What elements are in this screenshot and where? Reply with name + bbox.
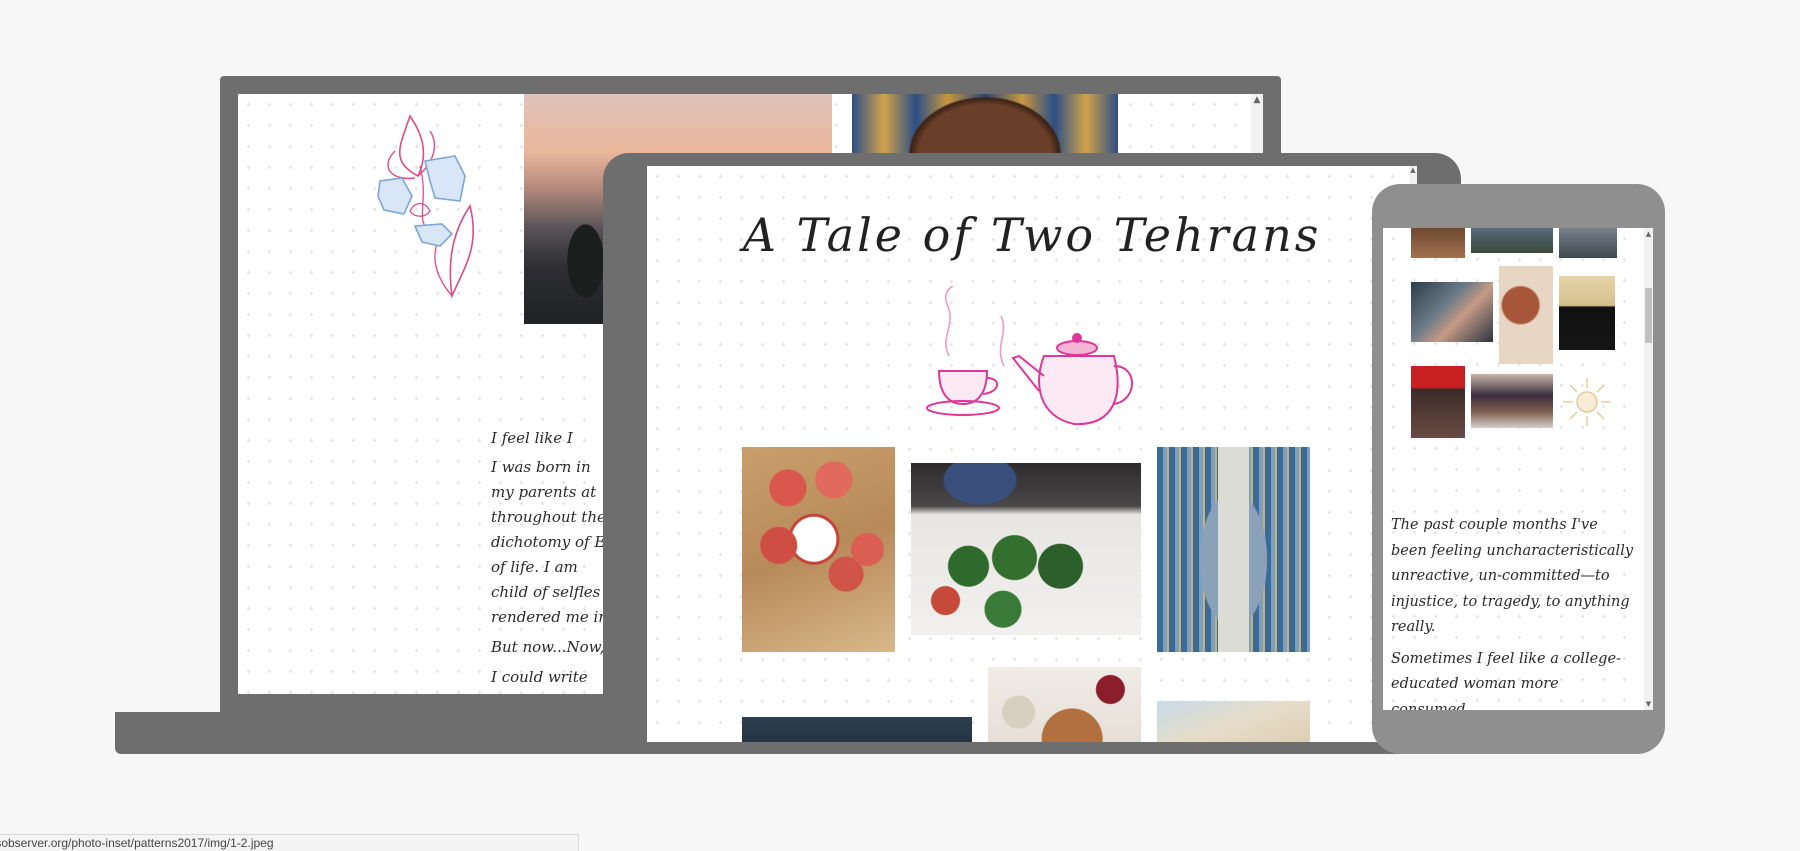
photo-thumbnail[interactable] [1411,366,1465,438]
water-photo[interactable] [742,717,972,742]
scroll-up-arrow-icon[interactable]: ▲ [1644,228,1653,240]
scroll-up-arrow-icon[interactable]: ▲ [1251,94,1263,106]
building-wall-photo[interactable] [1157,701,1310,742]
tablet-screen[interactable]: A Tale of Two Tehrans [647,166,1417,742]
status-bar-url: tsobserver.org/photo-inset/patterns2017/… [0,834,579,851]
food-table-photo[interactable] [988,667,1141,742]
photo-thumbnail[interactable] [1559,228,1617,258]
phone-paragraph: The past couple months I've been feeling… [1391,517,1634,635]
mosque-arch-photo[interactable] [852,94,1118,154]
photo-thumbnail[interactable] [1411,228,1465,258]
sun-icon [1563,378,1611,426]
scroll-down-arrow-icon[interactable]: ▼ [1644,698,1653,710]
phone-scrollbar[interactable]: ▲ ▼ [1644,228,1653,710]
photo-thumbnail[interactable] [1559,276,1615,350]
teapot-cup-icon [926,286,1133,426]
scrollbar-thumb[interactable] [1645,288,1652,343]
photo-thumbnail[interactable] [1471,374,1553,428]
photo-thumbnail[interactable] [1471,228,1553,253]
phone-paragraph: Sometimes I feel like a college-educated… [1391,650,1621,711]
flower-illustration-icon [377,114,475,299]
herbs-table-photo[interactable] [911,463,1141,635]
phone-article-text: The past couple months I've been feeling… [1391,513,1636,710]
pomegranate-box-photo[interactable] [742,447,895,652]
phone-screen[interactable]: The past couple months I've been feeling… [1383,228,1653,710]
photo-thumbnail[interactable] [1411,282,1493,342]
photo-thumbnail[interactable] [1499,266,1553,364]
page-title: A Tale of Two Tehrans [742,208,1322,262]
mosque-doorway-photo[interactable] [1157,447,1310,652]
tablet-scroll-up-icon[interactable]: ▲ [1409,166,1417,186]
